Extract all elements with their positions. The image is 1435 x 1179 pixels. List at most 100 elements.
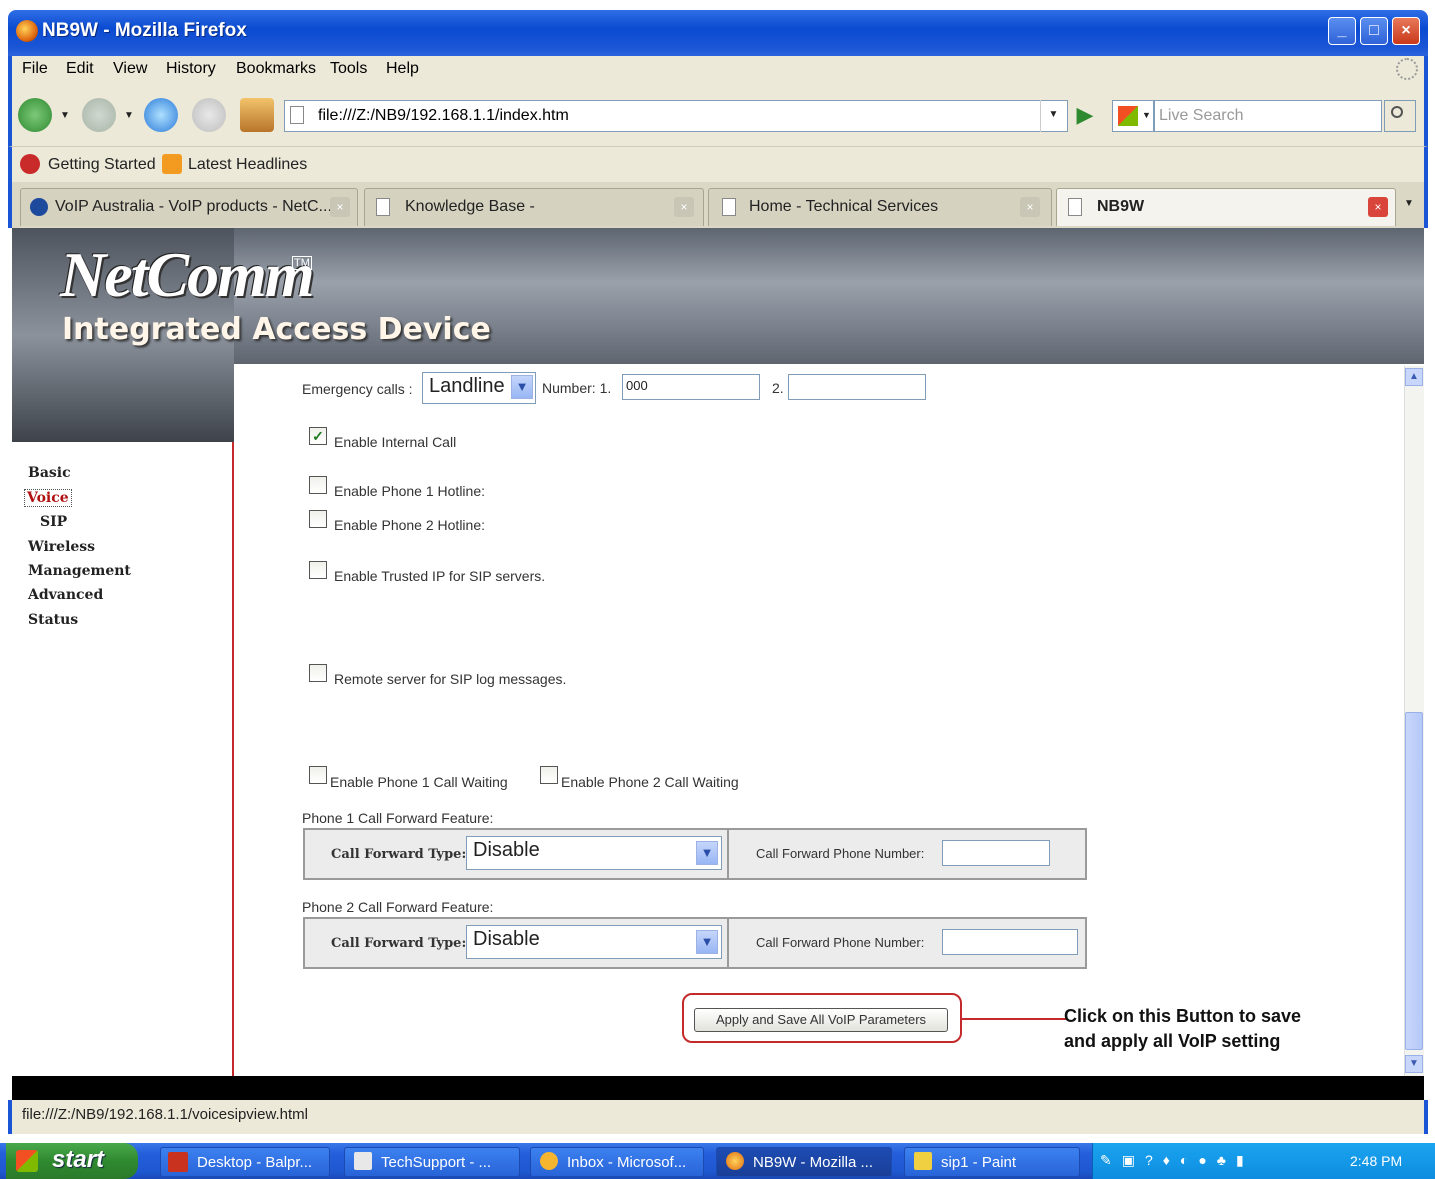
emergency-number1-input[interactable]: 000 <box>622 374 760 400</box>
chevron-down-icon[interactable]: ▼ <box>511 375 533 399</box>
scroll-down-icon[interactable]: ▼ <box>1405 1055 1423 1073</box>
firefox-icon <box>16 20 38 42</box>
forward-history-dropdown-icon[interactable]: ▼ <box>124 110 134 121</box>
remote-log-checkbox[interactable] <box>309 664 327 682</box>
close-button[interactable]: × <box>1392 17 1420 45</box>
tab-close-icon[interactable]: × <box>1020 197 1040 217</box>
menu-help[interactable]: Help <box>386 60 419 78</box>
scroll-up-icon[interactable]: ▲ <box>1405 368 1423 386</box>
tab-close-icon[interactable]: × <box>330 197 350 217</box>
phone1-cf-type-label: Call Forward Type: <box>331 847 467 862</box>
emergency-calls-label: Emergency calls : <box>302 381 413 397</box>
menu-tools[interactable]: Tools <box>330 60 367 78</box>
phone2-cf-type-select[interactable]: Disable <box>466 925 722 959</box>
tab-favicon-icon <box>30 198 48 216</box>
firefox-icon <box>726 1152 744 1170</box>
tab-list-dropdown-icon[interactable]: ▼ <box>1404 198 1414 209</box>
menu-history[interactable]: History <box>166 60 216 78</box>
chevron-down-icon[interactable]: ▼ <box>696 930 718 954</box>
search-input[interactable]: Live Search <box>1154 100 1382 132</box>
trusted-ip-label: Enable Trusted IP for SIP servers. <box>334 568 546 584</box>
hotline2-label: Enable Phone 2 Hotline: <box>334 517 485 533</box>
tagline: Integrated Access Device <box>62 312 491 347</box>
trademark-symbol: TM <box>292 256 312 270</box>
windows-logo-icon <box>16 1150 38 1172</box>
sidebar-item-advanced[interactable]: Advanced <box>28 587 103 603</box>
sidebar-item-sip[interactable]: SIP <box>40 514 67 530</box>
sidebar-item-status[interactable]: Status <box>28 612 78 628</box>
phone1-call-forward-title: Phone 1 Call Forward Feature: <box>302 810 494 826</box>
tab-page-icon <box>1068 198 1082 216</box>
magnifier-icon <box>1391 106 1403 118</box>
phone2-call-forward-title: Phone 2 Call Forward Feature: <box>302 899 494 915</box>
menu-bookmarks[interactable]: Bookmarks <box>236 60 316 78</box>
annotation-line1: Click on this Button to save <box>1064 1006 1302 1026</box>
tray-icons[interactable]: ✎▣?♦◐●♣▮ <box>1100 1152 1320 1172</box>
trusted-ip-checkbox[interactable] <box>309 561 327 579</box>
throbber-icon <box>1396 58 1418 80</box>
tab-page-icon <box>722 198 736 216</box>
bookmark-latest-headlines[interactable]: Latest Headlines <box>188 156 307 174</box>
live-search-icon <box>1118 106 1138 126</box>
paint-icon <box>914 1152 932 1170</box>
maximize-button[interactable]: □ <box>1360 17 1388 45</box>
callout-line <box>962 1018 1066 1020</box>
tab-close-icon[interactable]: × <box>1368 197 1388 217</box>
hotline1-checkbox[interactable] <box>309 476 327 494</box>
page-footer-band <box>12 1076 1424 1100</box>
getting-started-icon <box>20 154 40 174</box>
hotline1-label: Enable Phone 1 Hotline: <box>334 483 485 499</box>
sidebar-item-basic[interactable]: Basic <box>28 465 71 481</box>
go-icon[interactable]: ▶ <box>1070 100 1100 132</box>
bookmark-getting-started[interactable]: Getting Started <box>48 156 156 174</box>
emergency-number2-input[interactable] <box>788 374 926 400</box>
hotline2-checkbox[interactable] <box>309 510 327 528</box>
home-icon[interactable] <box>240 98 274 132</box>
menu-edit[interactable]: Edit <box>66 60 94 78</box>
annotation-line2: and apply all VoIP setting <box>1064 1031 1281 1051</box>
rss-feed-icon <box>162 154 182 174</box>
reload-icon[interactable] <box>144 98 178 132</box>
status-bar: file:///Z:/NB9/192.168.1.1/voicesipview.… <box>8 1100 1428 1134</box>
netcomm-logo: NetComm <box>60 239 315 310</box>
chevron-down-icon[interactable]: ▼ <box>696 841 718 865</box>
outlook-icon <box>540 1152 558 1170</box>
sidebar-item-voice[interactable]: Voice <box>24 489 72 507</box>
phone2-cf-number-label: Call Forward Phone Number: <box>756 935 925 950</box>
app-icon <box>168 1152 188 1172</box>
phone2-cf-type-label: Call Forward Type: <box>331 936 467 951</box>
call-waiting1-label: Enable Phone 1 Call Waiting <box>330 774 508 790</box>
tab-nb9w[interactable]: NB9W <box>1056 188 1396 226</box>
menu-view[interactable]: View <box>113 60 147 78</box>
tab-technical-services[interactable]: Home - Technical Services <box>708 188 1052 226</box>
tab-knowledge-base[interactable]: Knowledge Base - <box>364 188 704 226</box>
sidebar-item-wireless[interactable]: Wireless <box>28 539 95 555</box>
phone2-cf-number-input[interactable] <box>942 929 1078 955</box>
forward-icon[interactable] <box>82 98 116 132</box>
internal-call-checkbox[interactable]: ✓ <box>309 427 327 445</box>
call-waiting2-checkbox[interactable] <box>540 766 558 784</box>
tab-close-icon[interactable]: × <box>674 197 694 217</box>
address-text[interactable]: file:///Z:/NB9/192.168.1.1/index.htm <box>318 107 569 125</box>
phone1-cf-number-input[interactable] <box>942 840 1050 866</box>
number1-label: Number: 1. <box>542 380 612 396</box>
sidebar-item-management[interactable]: Management <box>28 563 131 579</box>
scroll-thumb[interactable] <box>1405 712 1423 1050</box>
tab-page-icon <box>376 198 390 216</box>
tab-voip-australia[interactable]: VoIP Australia - VoIP products - NetC... <box>20 188 358 226</box>
stop-icon[interactable] <box>192 98 226 132</box>
phone1-cf-number-label: Call Forward Phone Number: <box>756 846 925 861</box>
minimize-button[interactable]: _ <box>1328 17 1356 45</box>
menu-file[interactable]: File <box>22 60 48 78</box>
search-engine-dropdown-icon[interactable]: ▼ <box>1142 110 1151 120</box>
remote-log-label: Remote server for SIP log messages. <box>334 671 567 687</box>
phone1-cf-type-select[interactable]: Disable <box>466 836 722 870</box>
call-waiting1-checkbox[interactable] <box>309 766 327 784</box>
back-history-dropdown-icon[interactable]: ▼ <box>60 110 70 121</box>
call-waiting2-label: Enable Phone 2 Call Waiting <box>561 774 739 790</box>
menu-bar <box>8 56 1428 86</box>
internal-call-label: Enable Internal Call <box>334 434 457 450</box>
apply-save-button[interactable]: Apply and Save All VoIP Parameters <box>694 1008 948 1032</box>
address-dropdown-icon[interactable]: ▼ <box>1040 100 1066 132</box>
back-icon[interactable] <box>18 98 52 132</box>
